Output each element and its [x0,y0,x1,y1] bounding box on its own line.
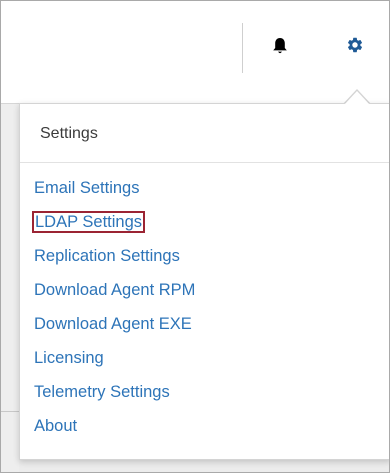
menu-item-email-settings[interactable]: Email Settings [20,174,389,208]
dropdown-header: Settings [20,104,389,163]
menu-item-label: About [34,417,78,435]
menu-item-label: Telemetry Settings [34,383,170,401]
app-window: Settings Email Settings LDAP Settings Re… [0,0,390,473]
bell-icon [272,37,288,60]
menu-item-label: Replication Settings [34,247,180,265]
background-divider [1,411,19,412]
menu-item-download-agent-rpm[interactable]: Download Agent RPM [20,276,389,310]
settings-dropdown: Settings Email Settings LDAP Settings Re… [19,103,389,460]
menu-item-label: Download Agent EXE [34,315,192,333]
settings-button[interactable] [344,36,366,58]
menu-item-label: Download Agent RPM [34,281,196,299]
menu-item-replication-settings[interactable]: Replication Settings [20,242,389,276]
dropdown-title: Settings [40,125,98,142]
menu-item-telemetry-settings[interactable]: Telemetry Settings [20,378,389,412]
notifications-button[interactable] [269,37,291,59]
toolbar-divider [242,23,243,73]
top-navigation-bar [1,1,389,104]
background-panel [1,104,19,472]
menu-item-about[interactable]: About [20,412,389,446]
gear-icon [346,36,364,59]
dropdown-caret-fill [344,91,370,105]
menu-item-licensing[interactable]: Licensing [20,344,389,378]
menu-item-label: Email Settings [34,179,140,197]
menu-item-label: LDAP Settings [31,211,146,233]
menu-item-label: Licensing [34,349,104,367]
menu-item-ldap-settings[interactable]: LDAP Settings [20,208,389,242]
settings-menu-list: Email Settings LDAP Settings Replication… [20,174,389,446]
menu-item-download-agent-exe[interactable]: Download Agent EXE [20,310,389,344]
